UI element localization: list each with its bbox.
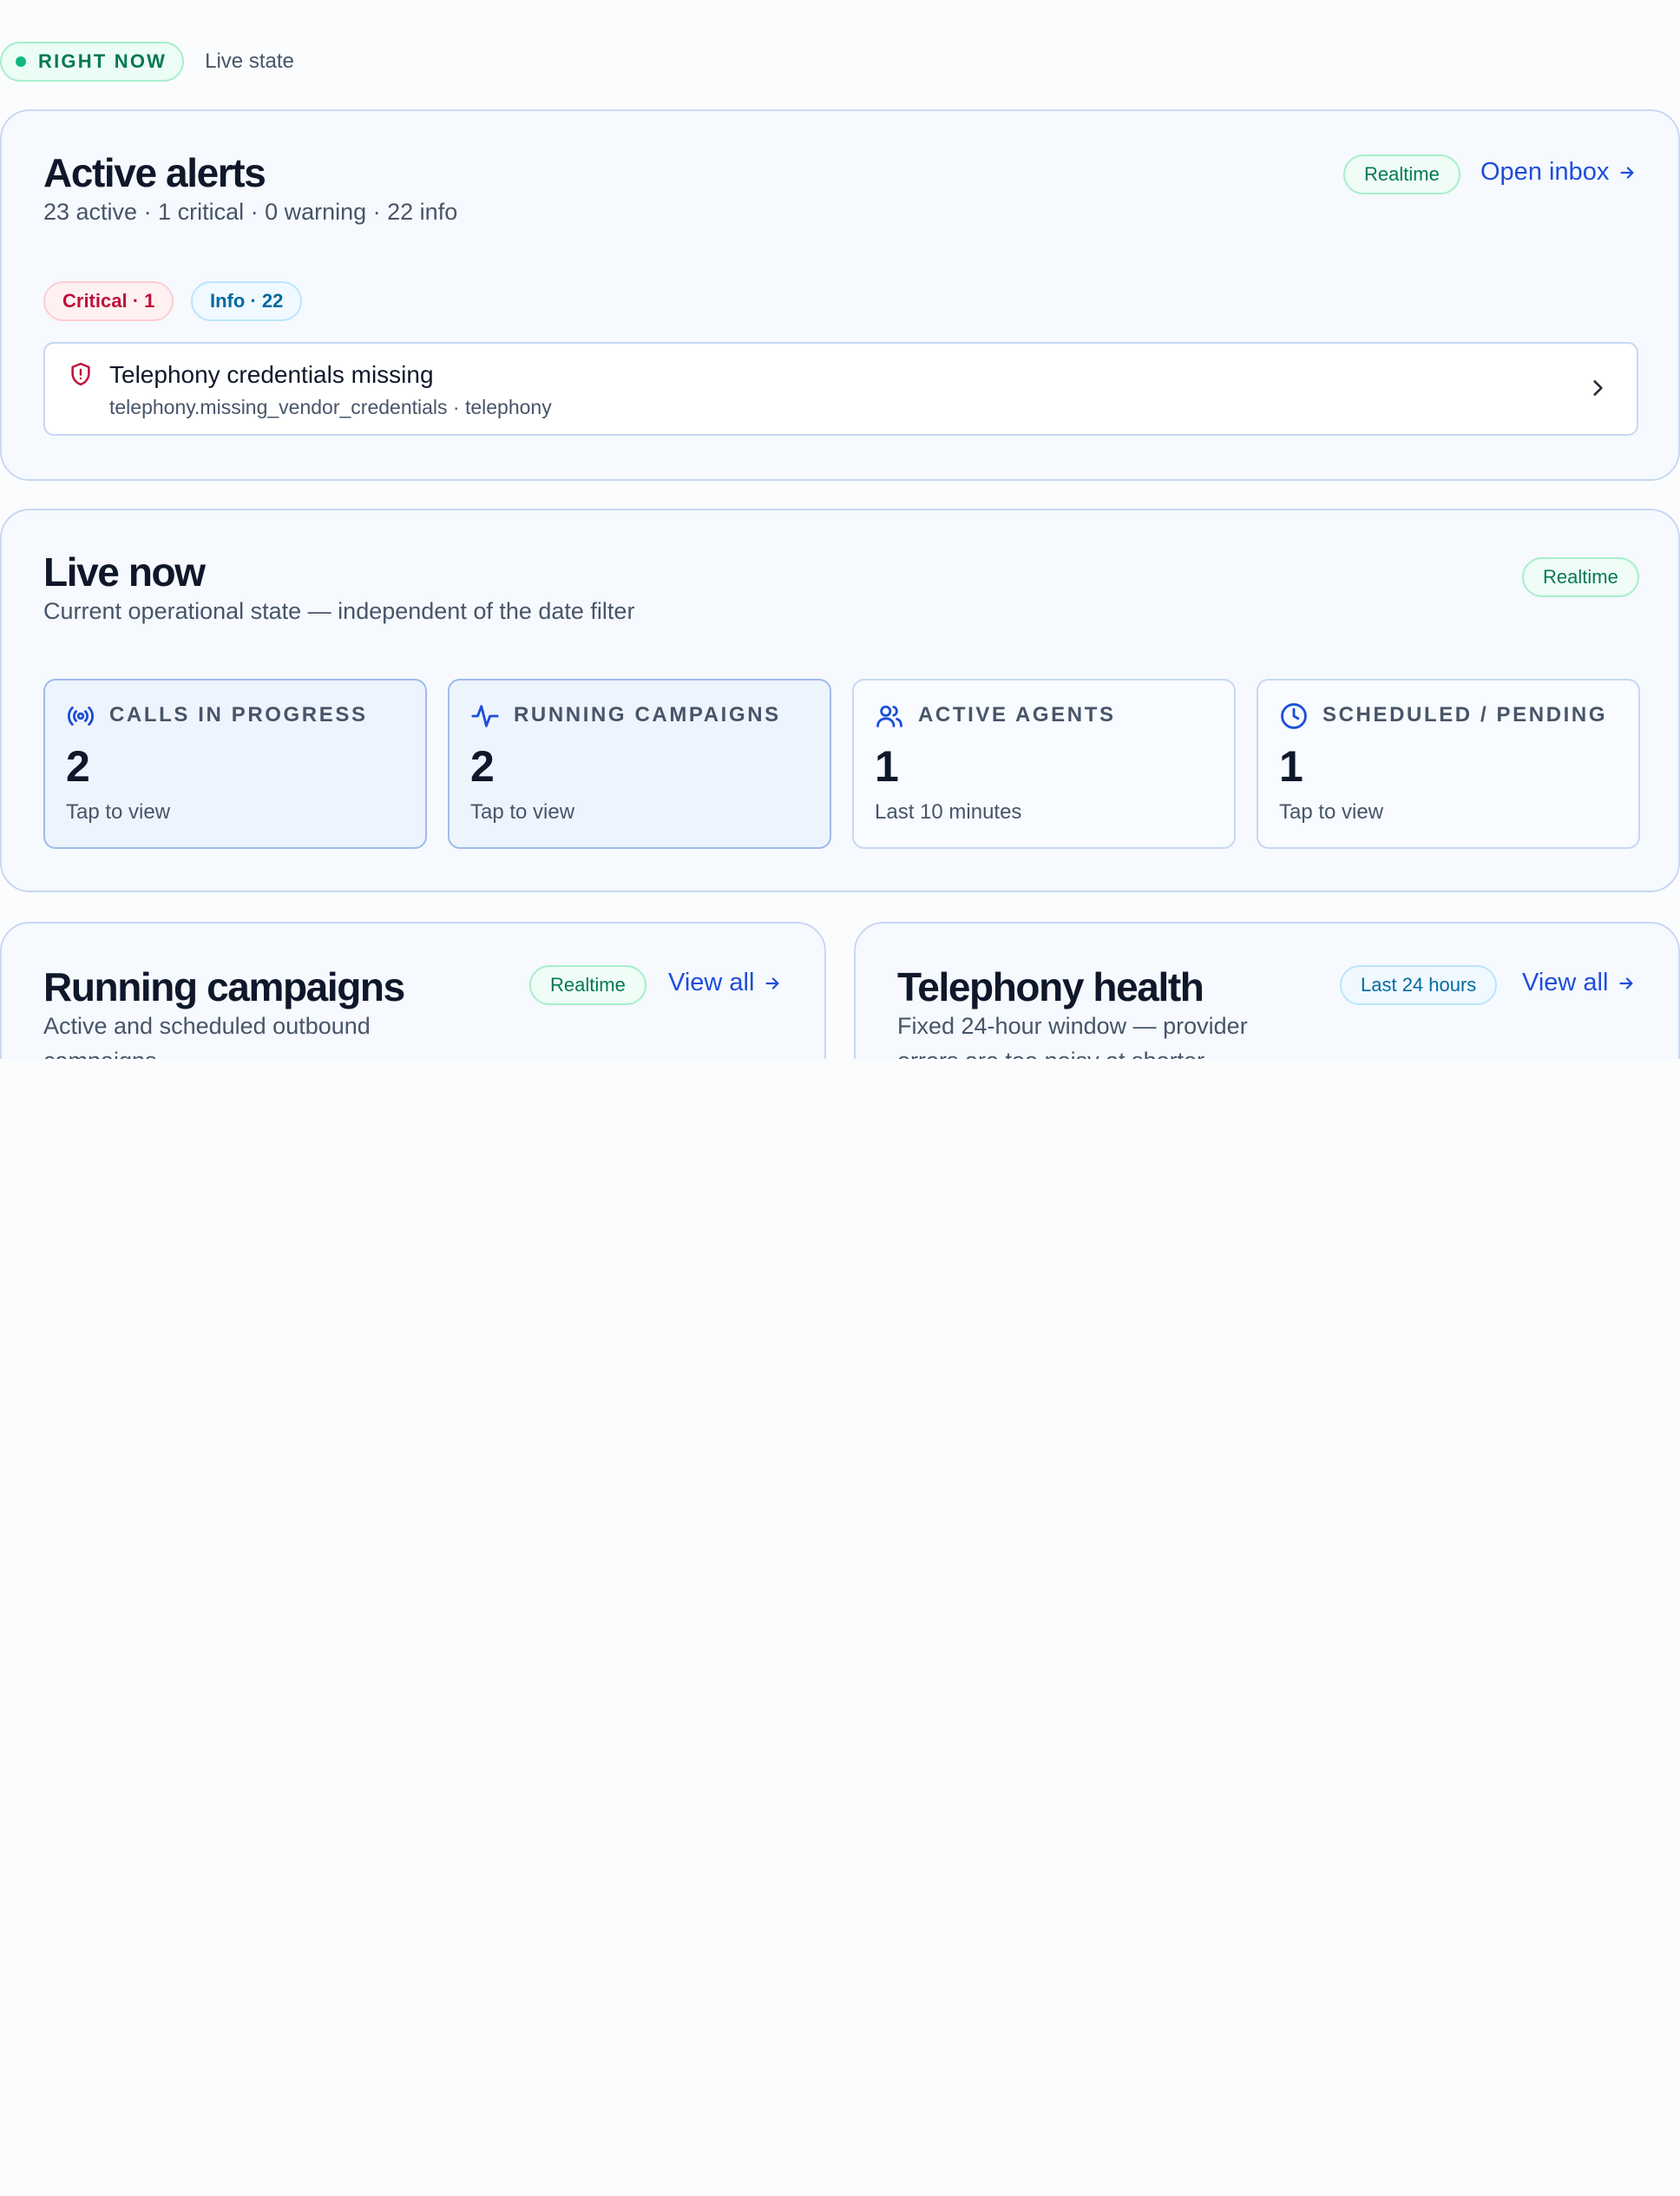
active-alerts-summary: 23 active · 1 critical · 0 warning · 22 … <box>43 199 458 225</box>
tile-label: ACTIVE AGENTS <box>918 703 1116 727</box>
shield-alert-icon <box>71 362 90 386</box>
running-campaigns-subtitle: Active and scheduled outbound campaigns <box>43 1013 371 1059</box>
tile-hint: Tap to view <box>470 800 575 824</box>
tile-hint: Last 10 minutes <box>875 800 1022 824</box>
view-all-campaigns-link[interactable]: View all <box>668 969 782 997</box>
realtime-badge: Realtime <box>529 965 646 1005</box>
tile-value: 2 <box>470 742 495 791</box>
arrow-right-icon <box>1619 976 1633 990</box>
realtime-badge: Realtime <box>1343 155 1460 194</box>
viewport: RIGHT NOW Live state Active alerts 23 ac… <box>0 0 1680 1059</box>
live-now-card: Live now Current operational state — ind… <box>0 509 1680 892</box>
clock-icon <box>1281 703 1307 729</box>
arrow-right-icon <box>1620 166 1634 179</box>
open-inbox-link[interactable]: Open inbox <box>1480 158 1637 187</box>
scheduled-pending-tile[interactable]: SCHEDULED / PENDING 1 Tap to view <box>1257 679 1640 849</box>
active-agents-tile: ACTIVE AGENTS 1 Last 10 minutes <box>852 679 1236 849</box>
alert-item[interactable]: Telephony credentials missing telephony.… <box>43 342 1638 436</box>
tile-label: RUNNING CAMPAIGNS <box>514 703 781 727</box>
live-state-label: Live state <box>205 49 294 73</box>
running-campaigns-card: Running campaigns Active and scheduled o… <box>0 922 826 1059</box>
tile-label: SCHEDULED / PENDING <box>1322 703 1608 727</box>
running-campaigns-tile[interactable]: RUNNING CAMPAIGNS 2 Tap to view <box>448 679 831 849</box>
running-campaigns-title: Running campaigns <box>43 964 405 1009</box>
arrow-right-icon <box>765 976 779 990</box>
info-filter-chip[interactable]: Info · 22 <box>191 281 303 321</box>
users-icon <box>876 705 902 727</box>
activity-icon <box>471 705 499 727</box>
last-24-hours-badge: Last 24 hours <box>1340 965 1498 1005</box>
telephony-health-card: Telephony health Fixed 24-hour window — … <box>854 922 1680 1059</box>
realtime-badge: Realtime <box>1522 557 1639 597</box>
status-dot-icon <box>16 56 26 67</box>
right-now-pill: RIGHT NOW <box>0 42 185 82</box>
chevron-right-icon <box>1593 380 1603 396</box>
tile-value: 1 <box>1279 742 1303 791</box>
alert-title: Telephony credentials missing <box>109 361 434 388</box>
live-now-subtitle: Current operational state — independent … <box>43 598 635 624</box>
tile-value: 1 <box>875 742 899 791</box>
alert-detail: telephony.missing_vendor_credentials · t… <box>109 396 552 418</box>
telephony-health-title: Telephony health <box>897 964 1204 1009</box>
calls-in-progress-tile[interactable]: CALLS IN PROGRESS 2 Tap to view <box>43 679 427 849</box>
active-alerts-card: Active alerts 23 active · 1 critical · 0… <box>0 109 1680 481</box>
view-all-telephony-link[interactable]: View all <box>1522 969 1636 997</box>
telephony-health-subtitle: Fixed 24-hour window — provider errors a… <box>897 1013 1248 1059</box>
active-alerts-title: Active alerts <box>43 150 266 195</box>
broadcast-icon <box>68 706 94 727</box>
tile-label: CALLS IN PROGRESS <box>109 703 368 727</box>
tile-hint: Tap to view <box>1279 800 1384 824</box>
tile-value: 2 <box>66 742 90 791</box>
tile-hint: Tap to view <box>66 800 171 824</box>
live-now-title: Live now <box>43 549 206 595</box>
live-state-header: RIGHT NOW Live state <box>0 42 294 82</box>
page: RIGHT NOW Live state Active alerts 23 ac… <box>0 0 1680 2196</box>
right-now-label: RIGHT NOW <box>38 50 167 72</box>
critical-filter-chip[interactable]: Critical · 1 <box>43 281 174 321</box>
